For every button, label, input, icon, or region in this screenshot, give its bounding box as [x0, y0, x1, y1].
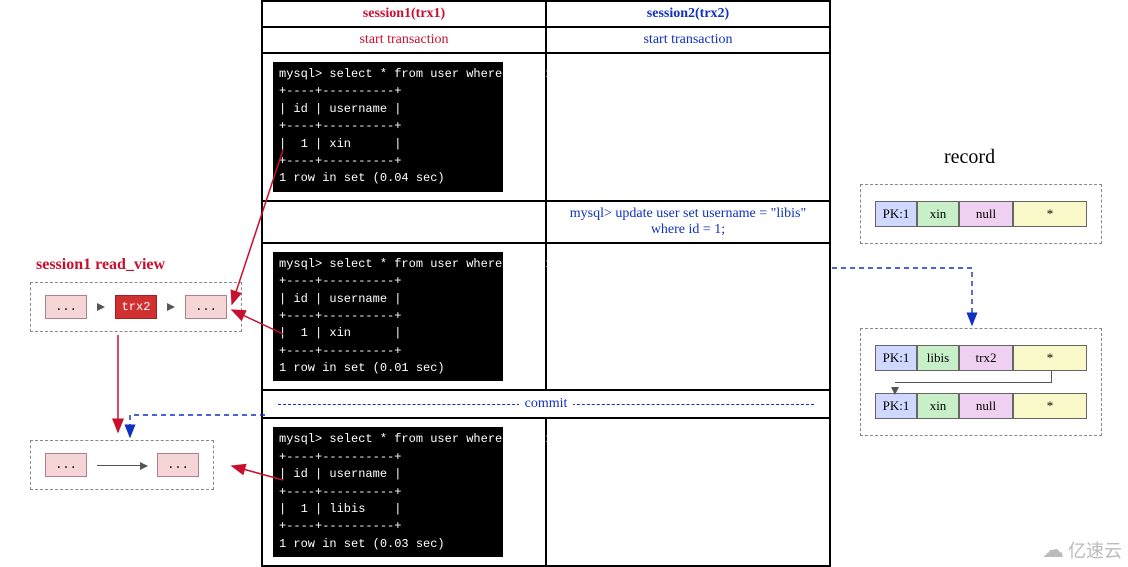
rv1-cell-b: trx2 [115, 295, 157, 319]
readview-box-1: ... trx2 ... [30, 282, 242, 332]
arrow-icon [167, 303, 175, 311]
watermark: ☁ 亿速云 [1042, 537, 1122, 563]
arrow-down-icon [891, 387, 899, 395]
record-title: record [944, 146, 995, 169]
record-row-2: PK:1 libis trx2 * [875, 345, 1087, 371]
rv2-cell-a: ... [45, 453, 87, 477]
commit-label: commit [519, 396, 574, 411]
arrow-icon [97, 465, 147, 466]
terminal-1: mysql> select * from user where id = 1; … [273, 62, 503, 192]
record-box-1: PK:1 xin null * [860, 184, 1102, 244]
th-session1: session1(trx1) [363, 6, 445, 21]
record-box-2: PK:1 libis trx2 * PK:1 xin null * [860, 328, 1102, 436]
terminal-2: mysql> select * from user where id = 1; … [273, 252, 503, 382]
record-row-1: PK:1 xin null * [875, 201, 1087, 227]
update-stmt: mysql> update user set username = "libis… [570, 206, 806, 237]
start-tx-2: start transaction [643, 32, 732, 47]
start-tx-1: start transaction [359, 32, 448, 47]
rv2-cell-c: ... [157, 453, 199, 477]
arrow-icon [97, 303, 105, 311]
terminal-3: mysql> select * from user where id = 1; … [273, 427, 503, 557]
record-row-3: PK:1 xin null * [875, 393, 1087, 419]
cloud-icon: ☁ [1042, 537, 1064, 563]
readview-box-2: ... ... [30, 440, 214, 490]
th-session2: session2(trx2) [647, 6, 729, 21]
readview-title: session1 read_view [36, 256, 165, 274]
rv1-cell-a: ... [45, 295, 87, 319]
rv1-cell-c: ... [185, 295, 227, 319]
session-table: session1(trx1) session2(trx2) start tran… [261, 0, 831, 567]
